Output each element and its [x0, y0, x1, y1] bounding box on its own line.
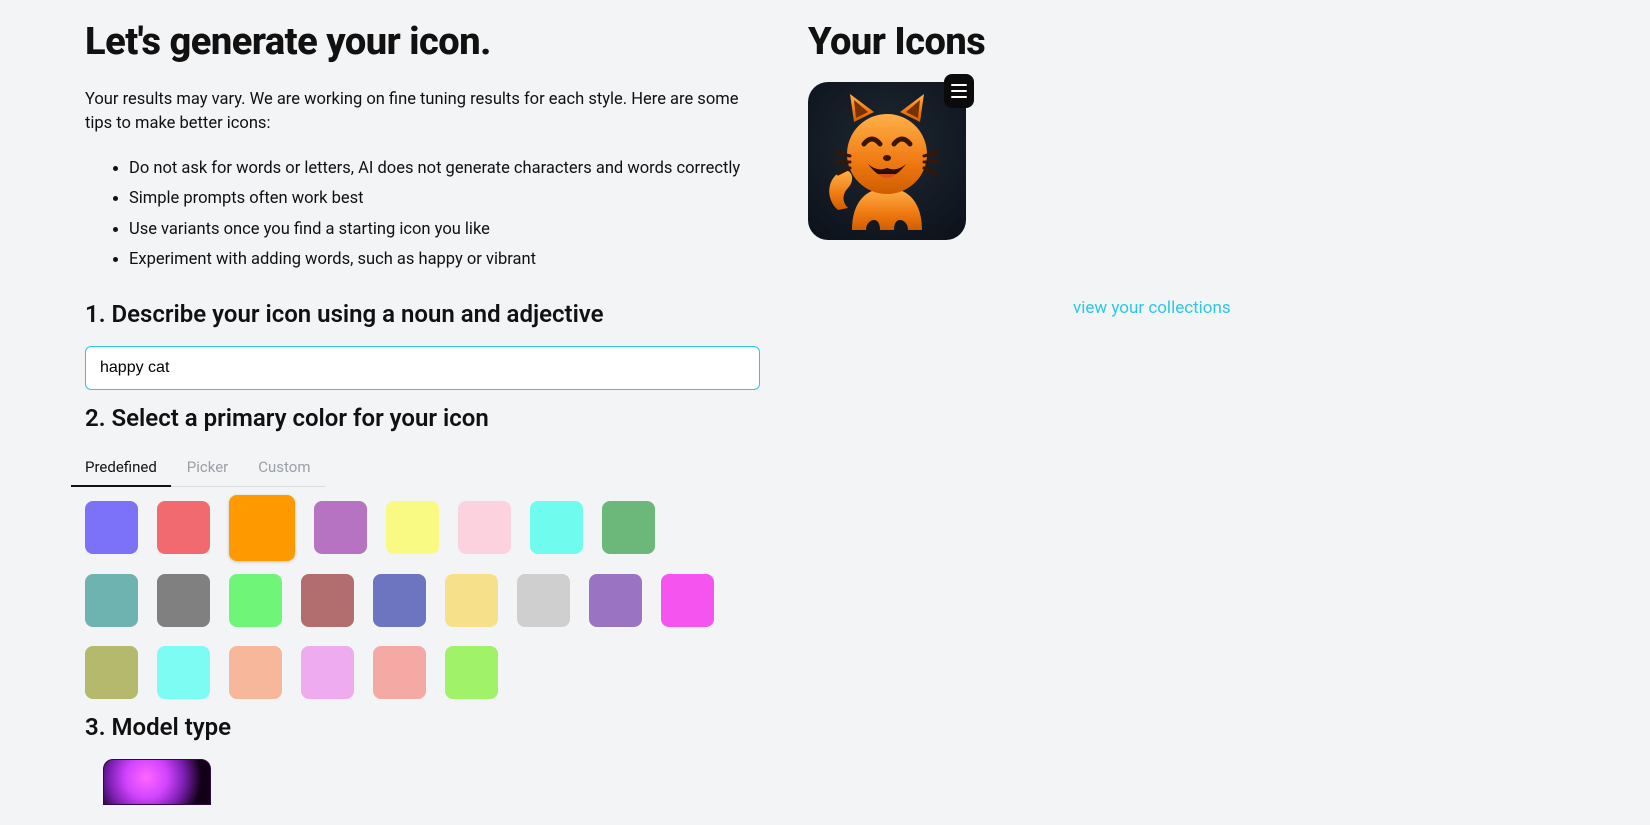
color-swatch[interactable]	[589, 574, 642, 627]
tab-custom[interactable]: Custom	[258, 450, 310, 486]
color-swatch[interactable]	[314, 501, 367, 554]
your-icons-panel: Your Icons	[808, 20, 1565, 805]
color-swatch[interactable]	[301, 646, 354, 699]
color-tabs: Predefined Picker Custom	[85, 450, 325, 487]
view-collections-link[interactable]: view your collections	[1073, 298, 1231, 318]
color-swatch[interactable]	[157, 501, 210, 554]
tab-predefined[interactable]: Predefined	[85, 450, 157, 486]
color-swatch[interactable]	[229, 495, 295, 561]
color-swatch[interactable]	[229, 574, 282, 627]
tips-list: Do not ask for words or letters, AI does…	[85, 154, 760, 276]
color-swatch[interactable]	[517, 574, 570, 627]
color-swatch[interactable]	[229, 646, 282, 699]
your-icons-title: Your Icons	[808, 20, 1565, 64]
color-swatch[interactable]	[458, 501, 511, 554]
generator-form: Let's generate your icon. Your results m…	[85, 20, 760, 805]
color-swatch[interactable]	[373, 574, 426, 627]
tip-item: Simple prompts often work best	[129, 184, 760, 215]
tip-item: Use variants once you find a starting ic…	[129, 215, 760, 246]
color-swatch[interactable]	[445, 646, 498, 699]
tip-item: Experiment with adding words, such as ha…	[129, 245, 760, 276]
tab-picker[interactable]: Picker	[187, 450, 228, 486]
step-2-title: 2. Select a primary color for your icon	[85, 404, 760, 432]
step-3-title: 3. Model type	[85, 713, 760, 741]
page-title: Let's generate your icon.	[85, 20, 760, 64]
color-swatch[interactable]	[445, 574, 498, 627]
color-swatch[interactable]	[301, 574, 354, 627]
generated-icon-card[interactable]	[808, 82, 966, 240]
color-swatch[interactable]	[373, 646, 426, 699]
color-swatch[interactable]	[85, 501, 138, 554]
step-1-title: 1. Describe your icon using a noun and a…	[85, 300, 760, 328]
color-swatch[interactable]	[602, 501, 655, 554]
color-swatch[interactable]	[85, 646, 138, 699]
color-swatch[interactable]	[157, 574, 210, 627]
color-swatch[interactable]	[661, 574, 714, 627]
icon-menu-button[interactable]	[944, 74, 974, 108]
color-swatch[interactable]	[386, 501, 439, 554]
tip-item: Do not ask for words or letters, AI does…	[129, 154, 760, 185]
model-type-option[interactable]	[103, 759, 211, 805]
generated-icon-image	[808, 82, 966, 240]
hamburger-icon	[951, 84, 967, 86]
color-swatches	[85, 501, 725, 699]
color-swatch[interactable]	[530, 501, 583, 554]
prompt-input[interactable]	[85, 346, 760, 390]
color-swatch[interactable]	[157, 646, 210, 699]
intro-text: Your results may vary. We are working on…	[85, 88, 760, 136]
color-swatch[interactable]	[85, 574, 138, 627]
